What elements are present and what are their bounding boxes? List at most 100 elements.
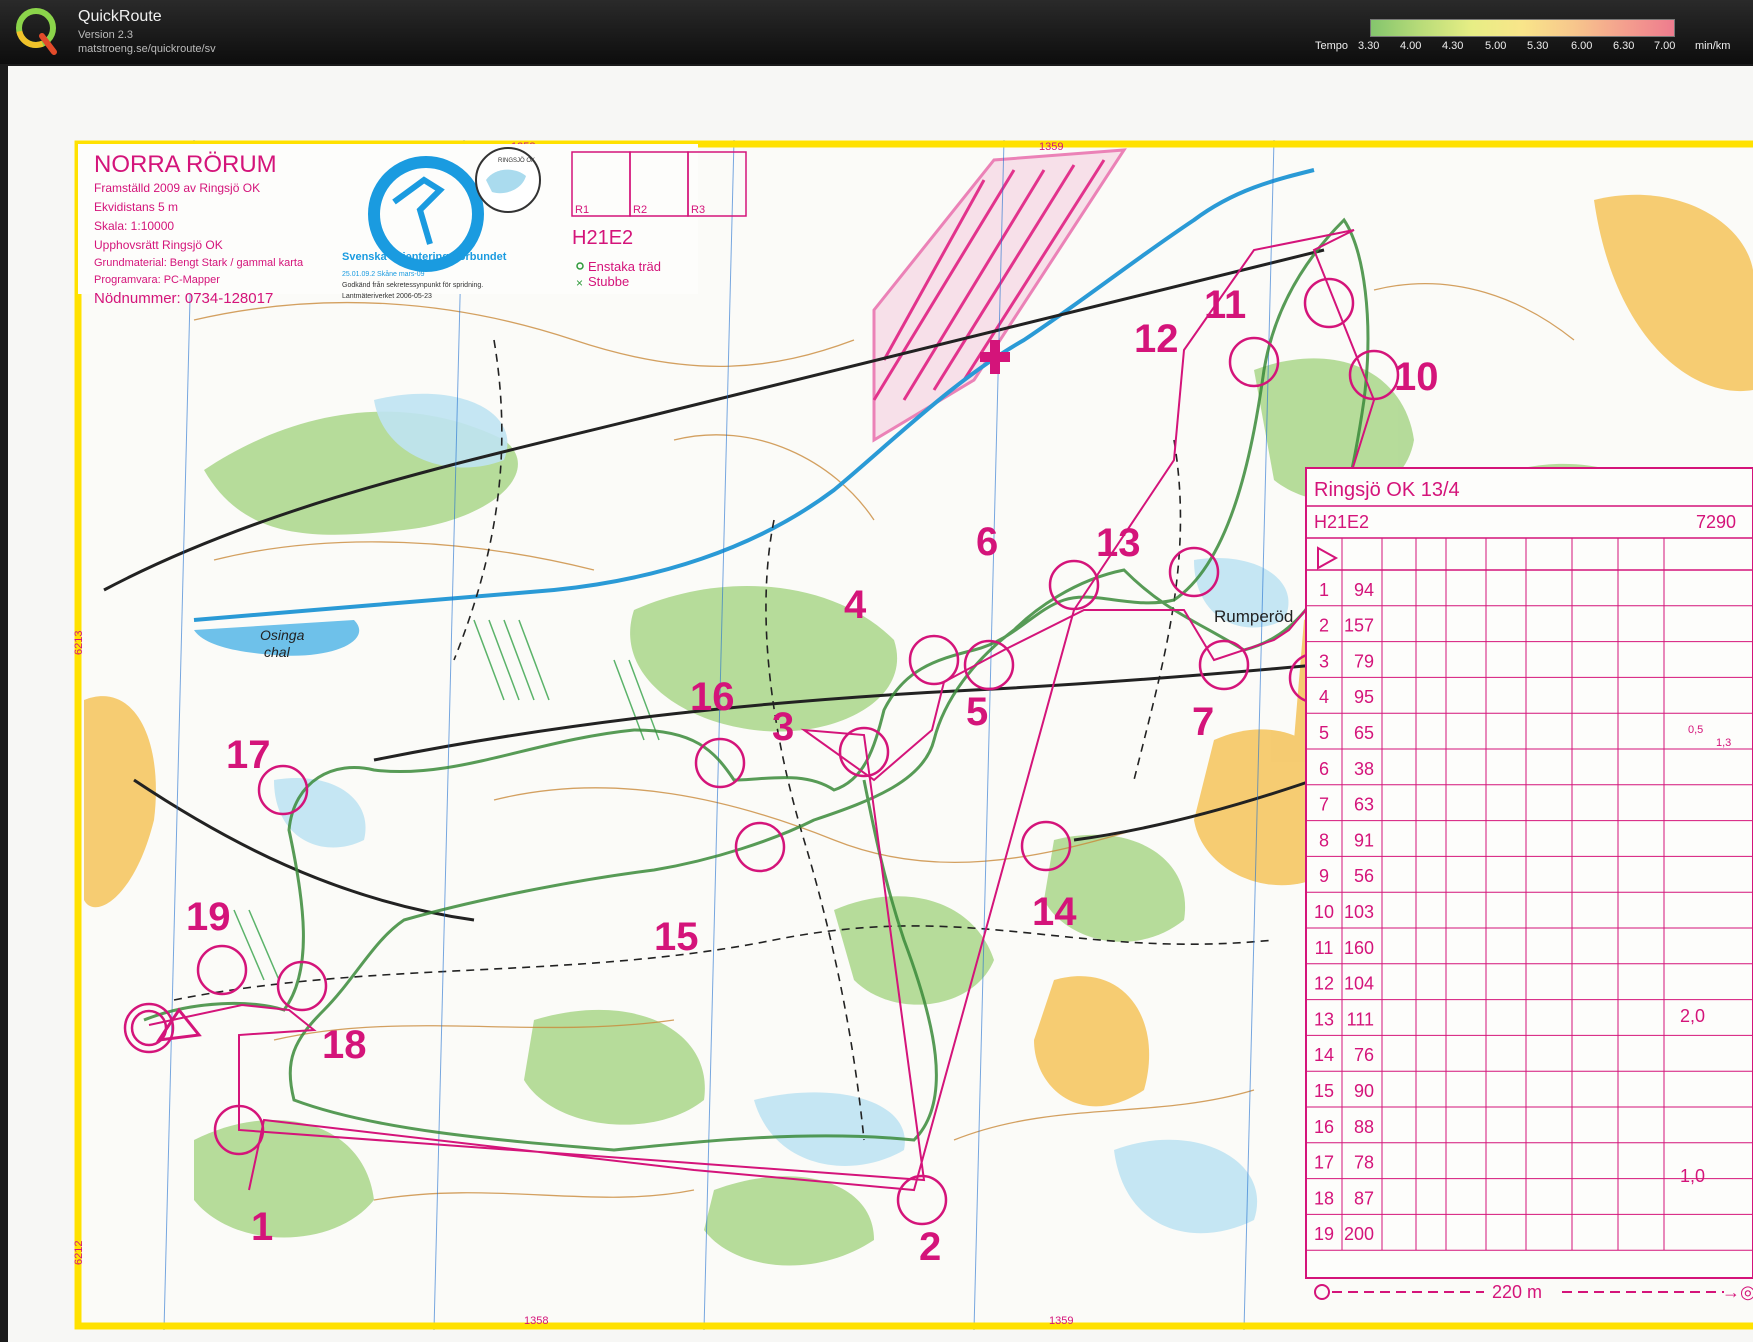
tempo-tick: 5.30 [1527, 40, 1549, 52]
app-version: Version 2.3 [78, 29, 134, 41]
description-control-number: 17 [1314, 1153, 1334, 1173]
relay-box-label: R2 [633, 204, 647, 216]
description-control-code: 38 [1354, 759, 1374, 779]
description-control-code: 79 [1354, 651, 1374, 671]
tempo-tick: 4.00 [1400, 40, 1422, 52]
finish-icon: →◎ [1722, 1282, 1753, 1302]
control-number: 10 [1394, 355, 1439, 399]
place-name: Osinga [260, 627, 305, 643]
orienteering-map[interactable]: 1 2 3 4 5 6 7 8 9 10 11 12 13 14 15 16 1… [74, 140, 1753, 1330]
control-number: 5 [966, 690, 988, 734]
description-control-number: 16 [1314, 1117, 1334, 1137]
description-control-code: 104 [1344, 974, 1374, 994]
map-info-line: Skala: 1:10000 [94, 219, 174, 233]
description-control-code: 160 [1344, 938, 1374, 958]
grid-label: 1359 [1039, 141, 1063, 153]
control-number: 4 [844, 583, 867, 627]
app-name: QuickRoute [78, 8, 162, 25]
description-control-number: 12 [1314, 974, 1334, 994]
description-control-number: 11 [1315, 938, 1334, 958]
description-length: 7290 [1696, 512, 1736, 532]
description-control-code: 65 [1354, 723, 1374, 743]
relay-box-label: R1 [575, 204, 589, 216]
description-control-code: 95 [1354, 687, 1374, 707]
control-number: 17 [226, 733, 271, 777]
relay-box-label: R3 [691, 204, 705, 216]
description-control-code: 200 [1344, 1224, 1374, 1244]
dimension-label: 1,0 [1680, 1166, 1705, 1186]
club-logo-text: RINGSJÖ OK [498, 157, 535, 164]
dimension-label: 0,5 [1688, 724, 1703, 736]
description-control-number: 19 [1314, 1224, 1334, 1244]
control-number: 14 [1032, 890, 1077, 934]
description-control-number: 14 [1314, 1045, 1334, 1065]
place-name: chal [264, 644, 291, 660]
description-control-number: 4 [1319, 687, 1329, 707]
map-info-line: Programvara: PC-Mapper [94, 274, 220, 286]
emergency-number: Nödnummer: 0734-128017 [94, 290, 273, 307]
control-number: 19 [186, 895, 231, 939]
map-info-line: Ekvidistans 5 m [94, 200, 178, 214]
description-control-number: 2 [1319, 616, 1329, 636]
approval-code: 25.01.09.2 Skåne mars-09 [342, 270, 425, 278]
description-control-number: 6 [1319, 759, 1329, 779]
description-control-code: 157 [1344, 616, 1374, 636]
map-title: NORRA RÖRUM [94, 151, 277, 178]
quickroute-logo-icon [16, 8, 57, 55]
description-control-number: 5 [1319, 723, 1329, 743]
control-number: 1 [251, 1205, 273, 1249]
control-number: 3 [772, 705, 794, 749]
control-number: 18 [322, 1023, 367, 1067]
control-number: 12 [1134, 317, 1179, 361]
description-control-code: 91 [1354, 830, 1374, 850]
map-info-line: Upphovsrätt Ringsjö OK [94, 238, 223, 252]
grid-label: 6213 [74, 631, 85, 655]
control-number: 15 [654, 915, 699, 959]
control-number: 13 [1096, 521, 1141, 565]
description-control-code: 111 [1347, 1009, 1374, 1029]
description-title: Ringsjö OK 13/4 [1314, 479, 1460, 501]
grid-label: 6212 [74, 1241, 85, 1265]
description-control-number: 15 [1314, 1081, 1334, 1101]
description-control-code: 76 [1354, 1045, 1374, 1065]
description-control-number: 8 [1319, 830, 1329, 850]
description-control-code: 56 [1354, 866, 1374, 886]
dimension-label: 2,0 [1680, 1006, 1705, 1026]
description-control-code: 103 [1344, 902, 1374, 922]
legend-stump: Stubbe [588, 274, 629, 289]
dimension-label: 1,3 [1716, 737, 1731, 749]
description-control-number: 9 [1319, 866, 1329, 886]
description-control-code: 63 [1354, 795, 1374, 815]
control-number: 11 [1204, 283, 1246, 327]
control-number: 6 [976, 520, 998, 564]
description-control-code: 94 [1354, 580, 1374, 600]
tempo-tick: 7.00 [1654, 40, 1676, 52]
tempo-tick: 6.00 [1571, 40, 1593, 52]
legend-tree: Enstaka träd [588, 259, 661, 274]
description-control-code: 88 [1354, 1117, 1374, 1137]
description-control-code: 87 [1354, 1188, 1374, 1208]
tempo-color-scale [1370, 19, 1675, 37]
federation-name: Svenska Orienteringsförbundet [342, 251, 507, 263]
tempo-label: Tempo [1315, 40, 1349, 52]
control-description-sheet: Ringsjö OK 13/4 H21E2 7290 1 942 1573 794 95… [1305, 467, 1753, 1302]
map-info-line: Grundmaterial: Bengt Stark / gammal kart… [94, 257, 304, 269]
description-class: H21E2 [1314, 512, 1369, 532]
app-toolbar: QuickRoute Version 2.3 matstroeng.se/qui… [0, 0, 1753, 64]
map-info-line: Framställd 2009 av Ringsjö OK [94, 181, 260, 195]
control-number: 16 [690, 675, 735, 719]
description-control-number: 3 [1319, 651, 1329, 671]
description-control-code: 78 [1354, 1153, 1374, 1173]
description-control-code: 90 [1354, 1081, 1374, 1101]
description-control-number: 10 [1314, 902, 1334, 922]
description-control-number: 1 [1319, 580, 1329, 600]
finish-distance: 220 m [1492, 1282, 1542, 1302]
control-number: 7 [1192, 700, 1214, 744]
place-name: Rumperöd [1214, 607, 1293, 626]
approval-note: Godkänd från sekretessynpunkt för spridn… [342, 281, 483, 289]
description-control-number: 7 [1319, 795, 1329, 815]
description-control-number: 18 [1314, 1188, 1334, 1208]
class-name: H21E2 [572, 227, 633, 249]
tempo-tick: 6.30 [1613, 40, 1635, 52]
tempo-tick: 3.30 [1358, 40, 1380, 52]
